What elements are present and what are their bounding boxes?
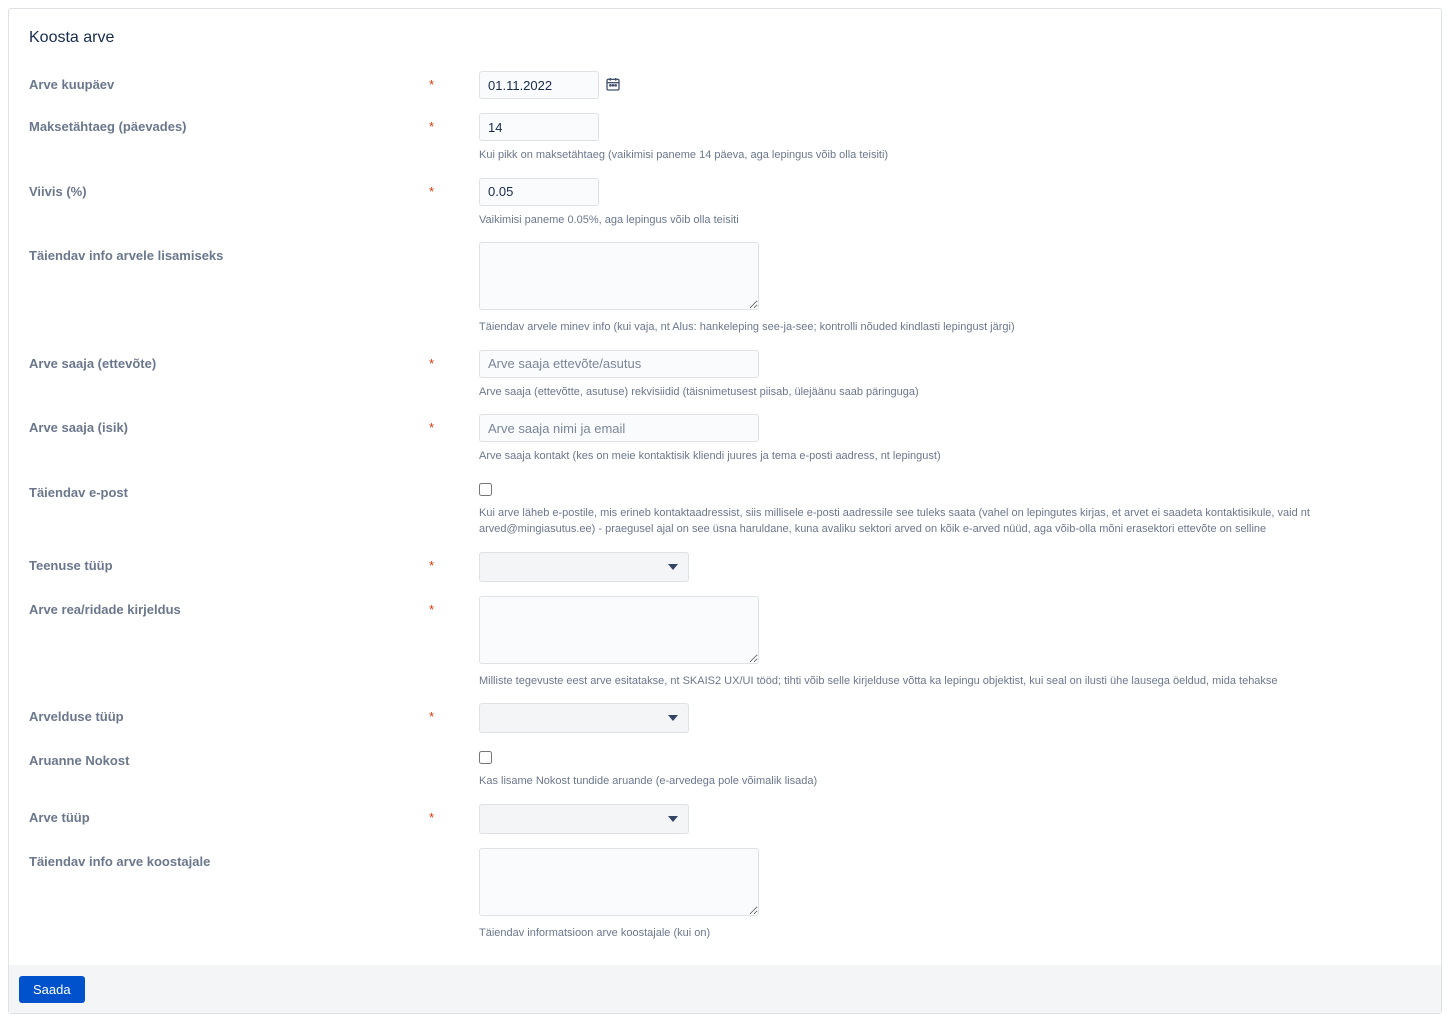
input-col-extra-email: Kui arve läheb e-postile, mis erineb kon… <box>479 479 1421 538</box>
line-description-textarea[interactable] <box>479 596 759 664</box>
row-penalty: Viivis (%) * Vaikimisi paneme 0.05%, aga… <box>29 178 1421 229</box>
calendar-icon[interactable] <box>605 76 621 95</box>
label-recipient-person: Arve saaja (isik) <box>29 414 429 435</box>
help-noko-report: Kas lisame Nokost tundide aruande (e-arv… <box>479 773 1421 790</box>
label-date: Arve kuupäev <box>29 71 429 92</box>
required-marker: * <box>429 350 479 371</box>
row-extra-info-creator: Täiendav info arve koostajale Täiendav i… <box>29 848 1421 942</box>
input-col-noko-report: Kas lisame Nokost tundide aruande (e-arv… <box>479 747 1421 790</box>
label-extra-info-creator: Täiendav info arve koostajale <box>29 848 429 869</box>
form-container: Koosta arve Arve kuupäev * <box>8 8 1442 1014</box>
label-noko-report: Aruanne Nokost <box>29 747 429 768</box>
label-penalty: Viivis (%) <box>29 178 429 199</box>
input-col-extra-info-creator: Täiendav informatsioon arve koostajale (… <box>479 848 1421 942</box>
help-extra-info-invoice: Täiendav arvele minev info (kui vaja, nt… <box>479 319 1421 336</box>
service-type-select[interactable] <box>479 552 689 582</box>
date-wrap <box>479 71 1421 99</box>
input-col-recipient-person: Arve saaja kontakt (kes on meie kontakti… <box>479 414 1421 465</box>
row-noko-report: Aruanne Nokost Kas lisame Nokost tundide… <box>29 747 1421 790</box>
help-line-description: Milliste tegevuste eest arve esitatakse,… <box>479 673 1421 690</box>
label-extra-info-invoice: Täiendav info arvele lisamiseks <box>29 242 429 263</box>
input-col-billing-type <box>479 703 1421 733</box>
help-payment-due: Kui pikk on maksetähtaeg (vaikimisi pane… <box>479 147 1421 164</box>
required-marker: * <box>429 178 479 199</box>
row-invoice-type: Arve tüüp * <box>29 804 1421 834</box>
row-extra-info-invoice: Täiendav info arvele lisamiseks Täiendav… <box>29 242 1421 336</box>
submit-button[interactable]: Saada <box>19 976 85 1003</box>
input-col-extra-info-invoice: Täiendav arvele minev info (kui vaja, nt… <box>479 242 1421 336</box>
date-input[interactable] <box>479 71 599 99</box>
recipient-company-input[interactable] <box>479 350 759 378</box>
row-recipient-company: Arve saaja (ettevõte) * Arve saaja (ette… <box>29 350 1421 401</box>
row-payment-due: Maksetähtaeg (päevades) * Kui pikk on ma… <box>29 113 1421 164</box>
noko-report-checkbox[interactable] <box>479 751 492 764</box>
input-col-penalty: Vaikimisi paneme 0.05%, aga lepingus või… <box>479 178 1421 229</box>
required-marker: * <box>429 113 479 134</box>
invoice-type-select[interactable] <box>479 804 689 834</box>
label-extra-email: Täiendav e-post <box>29 479 429 500</box>
form-content: Koosta arve Arve kuupäev * <box>9 9 1441 965</box>
extra-info-invoice-textarea[interactable] <box>479 242 759 310</box>
input-col-service-type <box>479 552 1421 582</box>
required-marker-empty <box>429 242 479 248</box>
help-recipient-person: Arve saaja kontakt (kes on meie kontakti… <box>479 448 1421 465</box>
help-extra-info-creator: Täiendav informatsioon arve koostajale (… <box>479 925 1421 942</box>
penalty-input[interactable] <box>479 178 599 206</box>
label-recipient-company: Arve saaja (ettevõte) <box>29 350 429 371</box>
label-billing-type: Arvelduse tüüp <box>29 703 429 724</box>
row-date: Arve kuupäev * <box>29 71 1421 99</box>
extra-email-checkbox[interactable] <box>479 483 492 496</box>
required-marker: * <box>429 804 479 825</box>
page-title: Koosta arve <box>29 29 1421 47</box>
required-marker: * <box>429 71 479 92</box>
required-marker-empty <box>429 747 479 753</box>
help-extra-email: Kui arve läheb e-postile, mis erineb kon… <box>479 505 1421 538</box>
extra-info-creator-textarea[interactable] <box>479 848 759 916</box>
label-service-type: Teenuse tüüp <box>29 552 429 573</box>
billing-type-select[interactable] <box>479 703 689 733</box>
row-recipient-person: Arve saaja (isik) * Arve saaja kontakt (… <box>29 414 1421 465</box>
required-marker: * <box>429 703 479 724</box>
payment-due-input[interactable] <box>479 113 599 141</box>
recipient-person-input[interactable] <box>479 414 759 442</box>
required-marker: * <box>429 596 479 617</box>
input-col-recipient-company: Arve saaja (ettevõtte, asutuse) rekvisii… <box>479 350 1421 401</box>
required-marker: * <box>429 552 479 573</box>
help-recipient-company: Arve saaja (ettevõtte, asutuse) rekvisii… <box>479 384 1421 401</box>
label-payment-due: Maksetähtaeg (päevades) <box>29 113 429 134</box>
help-penalty: Vaikimisi paneme 0.05%, aga lepingus või… <box>479 212 1421 229</box>
label-invoice-type: Arve tüüp <box>29 804 429 825</box>
required-marker-empty <box>429 848 479 854</box>
required-marker: * <box>429 414 479 435</box>
label-line-description: Arve rea/ridade kirjeldus <box>29 596 429 617</box>
row-line-description: Arve rea/ridade kirjeldus * Milliste teg… <box>29 596 1421 690</box>
row-service-type: Teenuse tüüp * <box>29 552 1421 582</box>
row-extra-email: Täiendav e-post Kui arve läheb e-postile… <box>29 479 1421 538</box>
input-col-invoice-type <box>479 804 1421 834</box>
input-col-line-description: Milliste tegevuste eest arve esitatakse,… <box>479 596 1421 690</box>
required-marker-empty <box>429 479 479 485</box>
input-col-date <box>479 71 1421 99</box>
form-footer: Saada <box>9 965 1441 1013</box>
input-col-payment-due: Kui pikk on maksetähtaeg (vaikimisi pane… <box>479 113 1421 164</box>
row-billing-type: Arvelduse tüüp * <box>29 703 1421 733</box>
